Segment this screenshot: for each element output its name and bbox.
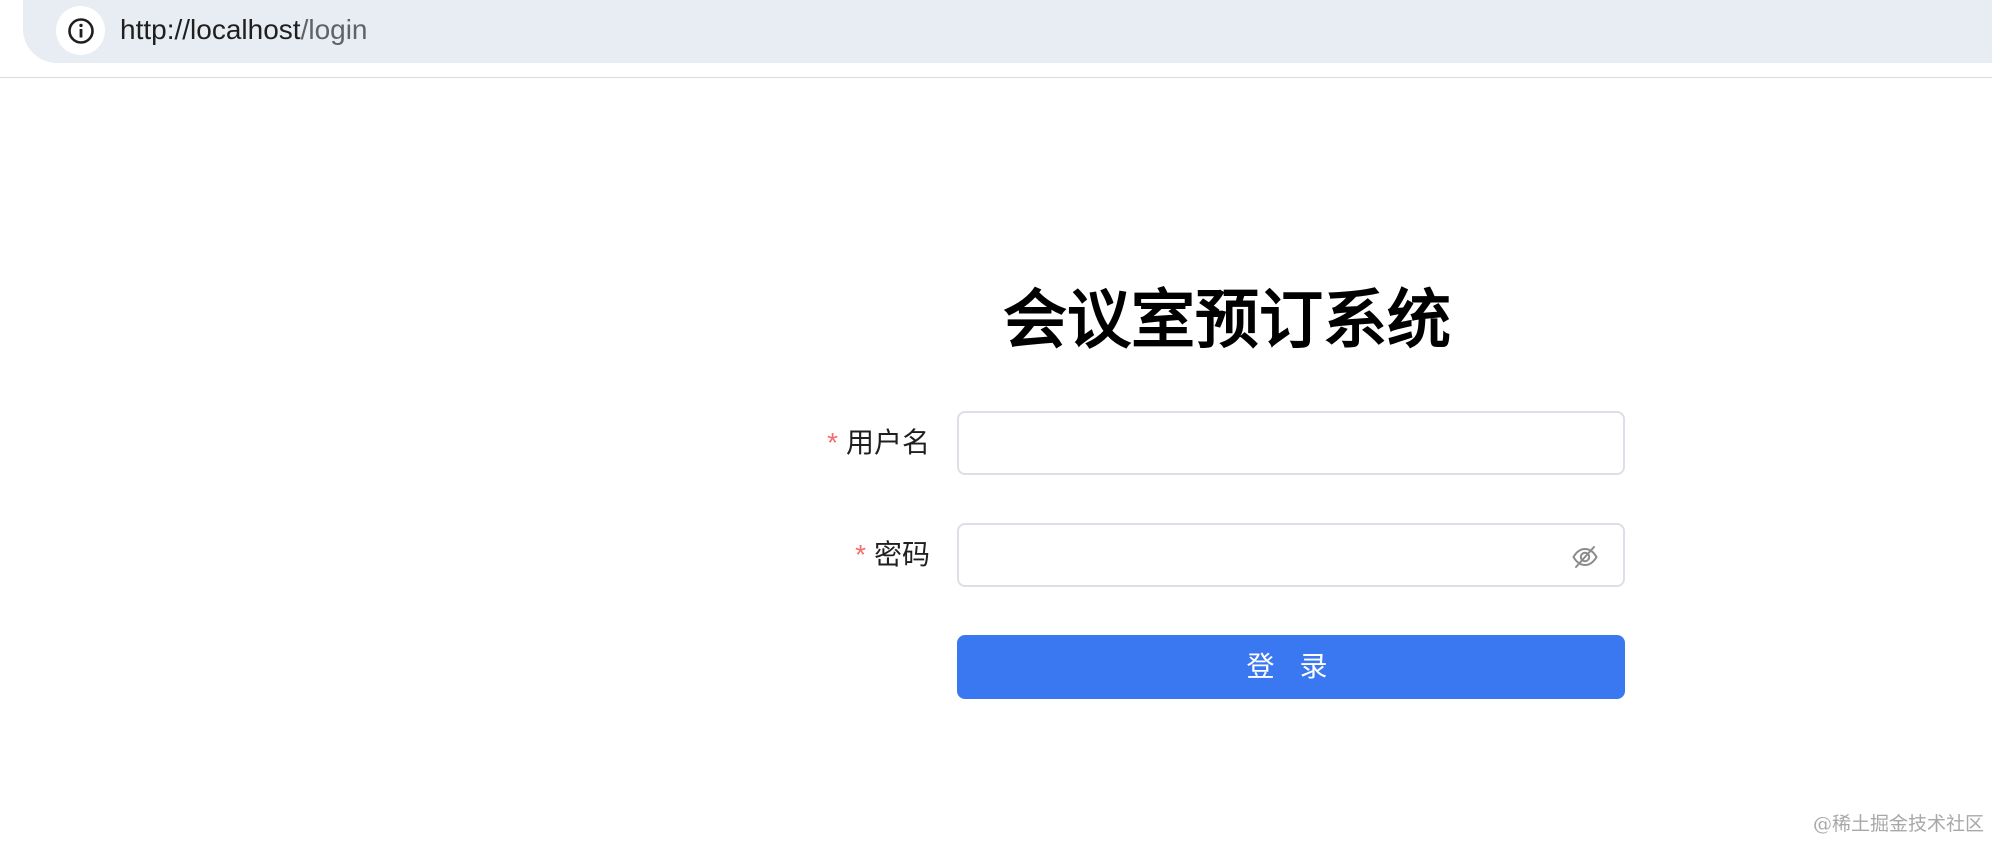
username-field-wrapper — [957, 411, 1625, 475]
site-info-button[interactable] — [56, 6, 105, 55]
username-label-text: 用户名 — [845, 426, 930, 459]
url-path: /login — [300, 14, 368, 45]
browser-toolbar: http://localhost/login — [0, 0, 1992, 78]
password-field-wrapper — [957, 523, 1625, 587]
required-mark: * — [827, 427, 838, 458]
username-row: * 用户名 — [760, 411, 1625, 475]
info-icon — [67, 17, 95, 45]
password-label-text: 密码 — [873, 538, 930, 571]
password-row: * 密码 — [760, 523, 1625, 587]
eye-off-icon[interactable] — [1571, 543, 1599, 571]
username-input[interactable] — [959, 413, 1623, 473]
url-text[interactable]: http://localhost/login — [120, 12, 368, 48]
login-button[interactable]: 登 录 — [957, 635, 1625, 699]
url-host: http://localhost — [120, 14, 301, 45]
required-mark: * — [855, 539, 866, 570]
page-title: 会议室预订系统 — [1003, 284, 1451, 358]
username-label: * 用户名 — [760, 411, 930, 475]
password-label: * 密码 — [760, 523, 930, 587]
password-input[interactable] — [959, 525, 1623, 585]
watermark: @稀土掘金技术社区 — [1812, 813, 1984, 835]
address-bar[interactable]: http://localhost/login — [23, 0, 1992, 63]
